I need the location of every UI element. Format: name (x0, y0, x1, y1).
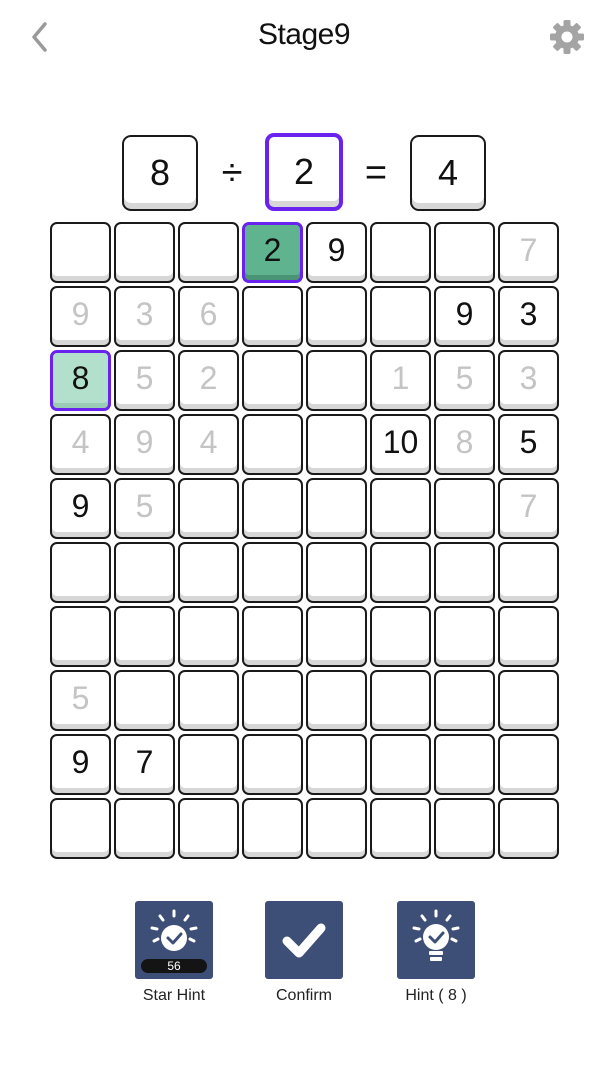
grid-cell[interactable] (306, 478, 367, 539)
grid-cell[interactable]: 9 (50, 478, 111, 539)
checkmark-icon (282, 923, 326, 958)
grid-cell[interactable]: 3 (498, 286, 559, 347)
grid-cell[interactable] (242, 670, 303, 731)
grid-cell[interactable]: 5 (434, 350, 495, 411)
grid-cell[interactable] (178, 734, 239, 795)
grid-cell[interactable] (178, 222, 239, 283)
grid-cell[interactable]: 7 (498, 478, 559, 539)
grid-cell[interactable] (242, 478, 303, 539)
grid-cell[interactable]: 5 (114, 350, 175, 411)
grid-cell[interactable] (370, 478, 431, 539)
grid-cell[interactable]: 4 (178, 414, 239, 475)
lightbulb-check-icon (150, 909, 198, 951)
grid-cell[interactable] (370, 222, 431, 283)
grid-cell[interactable] (178, 670, 239, 731)
confirm-label: Confirm (275, 987, 332, 1004)
grid-cell[interactable] (434, 670, 495, 731)
header: Stage9 (0, 0, 608, 80)
grid-cell[interactable] (370, 734, 431, 795)
equation-result[interactable]: 4 (410, 135, 486, 211)
grid-cell[interactable] (434, 734, 495, 795)
grid-cell[interactable]: 8 (50, 350, 111, 411)
grid-cell[interactable] (498, 606, 559, 667)
operator-divide: ÷ (221, 152, 243, 194)
grid-cell[interactable] (178, 798, 239, 859)
grid-cell[interactable]: 9 (434, 286, 495, 347)
grid-cell[interactable]: 9 (50, 286, 111, 347)
grid-cell[interactable]: 10 (370, 414, 431, 475)
grid-cell[interactable] (498, 798, 559, 859)
equation-left-operand[interactable]: 8 (122, 135, 198, 211)
grid-cell[interactable]: 3 (114, 286, 175, 347)
grid-cell[interactable]: 5 (50, 670, 111, 731)
grid-cell[interactable] (498, 542, 559, 603)
grid-cell[interactable]: 3 (498, 350, 559, 411)
grid-cell[interactable] (306, 350, 367, 411)
grid-cell[interactable] (370, 542, 431, 603)
star-hint-button[interactable]: 56 (135, 901, 213, 979)
grid-cell[interactable] (242, 414, 303, 475)
grid-cell[interactable] (114, 670, 175, 731)
grid-cell[interactable] (242, 542, 303, 603)
grid-cell[interactable]: 7 (498, 222, 559, 283)
grid-cell[interactable] (242, 606, 303, 667)
grid-cell[interactable] (306, 670, 367, 731)
grid-cell[interactable] (114, 798, 175, 859)
grid-cell[interactable] (434, 478, 495, 539)
grid-cell[interactable]: 1 (370, 350, 431, 411)
hint-button[interactable] (397, 901, 475, 979)
grid-cell[interactable] (242, 734, 303, 795)
grid-cell[interactable] (306, 798, 367, 859)
grid-cell[interactable] (114, 606, 175, 667)
grid-cell[interactable] (50, 606, 111, 667)
gear-icon (550, 20, 584, 54)
page-title: Stage9 (257, 18, 351, 51)
grid-cell[interactable] (434, 222, 495, 283)
grid-cell[interactable]: 2 (178, 350, 239, 411)
grid-cell[interactable] (370, 670, 431, 731)
grid-cell[interactable]: 2 (242, 222, 303, 283)
hint-label: Hint ( 8 ) (405, 987, 467, 1004)
grid-cell[interactable] (306, 606, 367, 667)
grid-cell[interactable]: 5 (114, 478, 175, 539)
grid-cell[interactable]: 9 (306, 222, 367, 283)
grid-cell[interactable] (178, 542, 239, 603)
grid-cell[interactable] (50, 542, 111, 603)
grid-cell[interactable] (434, 606, 495, 667)
grid-cell[interactable] (306, 734, 367, 795)
grid-cell[interactable]: 8 (434, 414, 495, 475)
grid-cell[interactable] (114, 222, 175, 283)
grid-cell[interactable] (306, 414, 367, 475)
grid-cell[interactable] (370, 606, 431, 667)
lightbulb-icon (412, 909, 460, 961)
grid-cell[interactable]: 6 (178, 286, 239, 347)
grid-cell[interactable] (306, 286, 367, 347)
grid-cell[interactable] (242, 798, 303, 859)
grid-cell[interactable] (498, 734, 559, 795)
grid-cell[interactable] (370, 286, 431, 347)
grid-cell[interactable] (50, 222, 111, 283)
confirm-button[interactable] (265, 901, 343, 979)
equals-sign: = (364, 152, 388, 194)
grid-cell[interactable] (434, 542, 495, 603)
grid-cell[interactable] (242, 350, 303, 411)
grid-cell[interactable] (178, 606, 239, 667)
grid-cell[interactable] (498, 670, 559, 731)
star-hint-count: 56 (141, 959, 207, 973)
grid-cell[interactable]: 7 (114, 734, 175, 795)
grid-cell[interactable]: 4 (50, 414, 111, 475)
grid-cell[interactable]: 9 (50, 734, 111, 795)
grid-cell[interactable] (242, 286, 303, 347)
settings-button[interactable] (548, 18, 586, 56)
grid-cell[interactable] (370, 798, 431, 859)
grid-cell[interactable] (306, 542, 367, 603)
grid-cell[interactable] (178, 478, 239, 539)
grid-cell[interactable] (50, 798, 111, 859)
grid-cell[interactable]: 5 (498, 414, 559, 475)
grid-cell[interactable]: 9 (114, 414, 175, 475)
equation-middle-operand[interactable]: 2 (265, 133, 343, 211)
grid-cell[interactable] (114, 542, 175, 603)
star-hint-label: Star Hint (142, 987, 206, 1004)
grid-cell[interactable] (434, 798, 495, 859)
